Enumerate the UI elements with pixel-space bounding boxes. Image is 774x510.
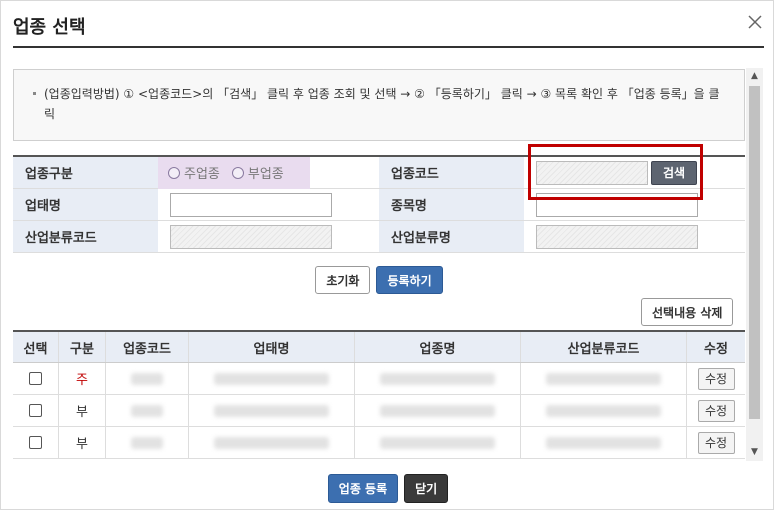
industry-class-code-field[interactable]	[170, 224, 332, 249]
radio-sub-industry[interactable]: 부업종	[231, 163, 284, 182]
register-industry-button[interactable]: 업종 등록	[327, 474, 399, 503]
redacted-value	[213, 436, 330, 449]
edit-button[interactable]: 수정	[697, 399, 735, 422]
row-checkbox[interactable]	[29, 404, 42, 417]
redacted-value	[379, 372, 496, 385]
dialog-title: 업종 선택	[13, 17, 86, 38]
redacted-value	[213, 404, 330, 417]
row-kind: 부	[59, 395, 106, 426]
notice-text: (업종입력방법) ① <업종코드>의 「검색」 클릭 후 업종 조회 및 선택 …	[44, 87, 720, 121]
redacted-value	[545, 404, 662, 417]
redacted-value	[130, 404, 164, 417]
delete-selected-button[interactable]: 선택내용 삭제	[641, 298, 734, 326]
form-actions: 초기화 등록하기	[13, 266, 745, 294]
redacted-value	[130, 372, 164, 385]
radio-circle-icon	[231, 166, 244, 179]
bullet-icon	[33, 92, 36, 95]
table-row: 주 수정	[13, 363, 745, 395]
industry-select-dialog: 업종 선택 (업종입력방법) ① <업종코드>의 「검색」 클릭 후 업종 조회…	[0, 0, 774, 510]
industry-form: 업종구분 주업종 부업종 업종코드 검색 업태명 종목명 산업분류코드 산업분류…	[13, 155, 745, 253]
redacted-value	[545, 372, 662, 385]
row-checkbox[interactable]	[29, 372, 42, 385]
header-type-name: 업태명	[189, 332, 355, 362]
item-name-label: 종목명	[379, 189, 524, 220]
redacted-value	[379, 436, 496, 449]
table-row: 부 수정	[13, 427, 745, 459]
content-scrollbar[interactable]: ▲ ▼	[746, 68, 763, 461]
radio-circle-icon	[168, 166, 180, 179]
industry-code-field[interactable]	[536, 160, 648, 185]
row-kind: 주	[59, 363, 106, 394]
reset-button[interactable]: 초기화	[315, 266, 371, 294]
type-name-label: 업태명	[13, 189, 158, 220]
table-header: 선택 구분 업종코드 업태명 업종명 산업분류코드 수정	[13, 332, 745, 363]
header-kind: 구분	[59, 332, 106, 362]
dialog-footer: 업종 등록 닫기	[1, 474, 774, 503]
industry-table: 선택 구분 업종코드 업태명 업종명 산업분류코드 수정 주 수정 부 수정 부…	[13, 330, 745, 459]
notice-box: (업종입력방법) ① <업종코드>의 「검색」 클릭 후 업종 조회 및 선택 …	[13, 69, 745, 141]
header-edit: 수정	[704, 341, 728, 357]
edit-button[interactable]: 수정	[697, 367, 735, 390]
redacted-value	[379, 404, 496, 417]
edit-button[interactable]: 수정	[697, 431, 735, 454]
kind-label: 업종구분	[13, 157, 158, 188]
redacted-value	[130, 436, 164, 449]
scroll-up-icon[interactable]: ▲	[750, 72, 759, 81]
search-button[interactable]: 검색	[651, 160, 697, 185]
row-checkbox[interactable]	[29, 436, 42, 449]
industry-class-name-field[interactable]	[536, 224, 698, 249]
header-class-code: 산업분류코드	[521, 332, 687, 362]
close-button[interactable]: 닫기	[404, 474, 449, 503]
table-row: 부 수정	[13, 395, 745, 427]
redacted-value	[213, 372, 330, 385]
industry-code-label: 산업분류코드	[13, 221, 158, 252]
redacted-value	[545, 436, 662, 449]
title-divider	[13, 46, 764, 48]
header-industry-name: 업종명	[355, 332, 521, 362]
industry-name-label: 산업분류명	[379, 221, 524, 252]
kind-radio-group: 주업종 부업종	[158, 156, 310, 189]
scroll-down-icon[interactable]: ▼	[750, 448, 759, 457]
type-name-input[interactable]	[170, 192, 332, 217]
row-kind: 부	[59, 427, 106, 458]
register-button[interactable]: 등록하기	[376, 266, 443, 294]
header-industry-code: 업종코드	[106, 332, 189, 362]
radio-main-industry[interactable]: 주업종	[168, 163, 220, 182]
header-select: 선택	[13, 332, 59, 362]
code-label: 업종코드	[379, 157, 524, 188]
item-name-input[interactable]	[536, 192, 698, 217]
close-icon[interactable]	[746, 13, 764, 31]
scrollbar-thumb[interactable]	[749, 86, 760, 419]
dialog-content: (업종입력방법) ① <업종코드>의 「검색」 클릭 후 업종 조회 및 선택 …	[13, 68, 763, 461]
